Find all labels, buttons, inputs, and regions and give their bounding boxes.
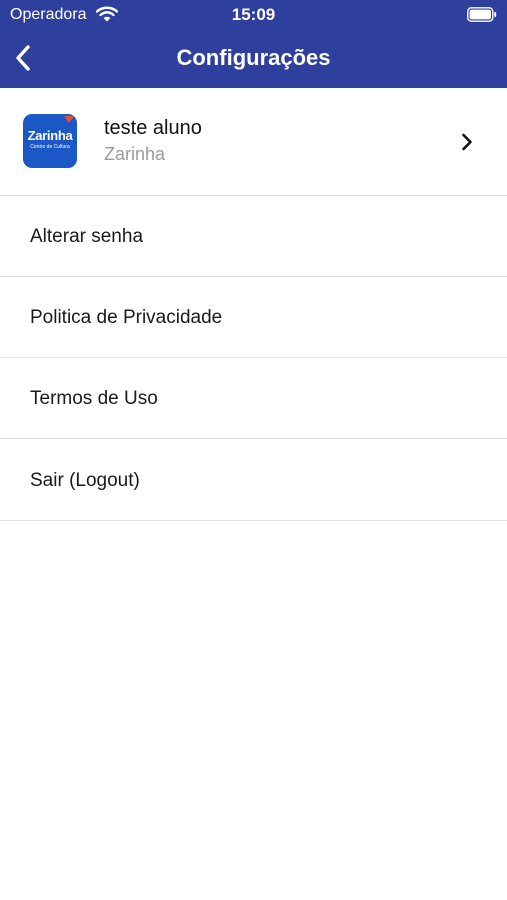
app-header: Operadora 15:09 Configurações: [0, 0, 507, 88]
chevron-right-icon: [462, 133, 472, 151]
battery-icon: [467, 7, 497, 22]
menu-item-terms-of-use[interactable]: Termos de Uso: [0, 358, 507, 439]
profile-row[interactable]: Zarinha Centro de Cultura teste aluno Za…: [0, 88, 507, 196]
menu-item-logout[interactable]: Sair (Logout): [0, 440, 507, 521]
menu-item-label: Sair (Logout): [30, 470, 140, 491]
profile-school: Zarinha: [104, 144, 166, 164]
school-logo: Zarinha Centro de Cultura: [23, 114, 77, 168]
status-bar: Operadora 15:09: [0, 0, 507, 30]
page-title: Configurações: [176, 45, 331, 70]
logo-accent-mark: [64, 116, 74, 123]
menu-item-privacy-policy[interactable]: Politica de Privacidade: [0, 277, 507, 358]
profile-name: teste aluno: [104, 117, 202, 139]
navigation-bar: Configurações: [0, 30, 507, 88]
menu-item-label: Alterar senha: [30, 226, 144, 247]
logo-subtitle: Centro de Cultura: [30, 144, 70, 150]
menu-item-label: Termos de Uso: [30, 388, 158, 409]
menu-item-label: Politica de Privacidade: [30, 307, 223, 328]
status-time: 15:09: [231, 5, 276, 24]
logo-title: Zarinha: [27, 128, 73, 143]
menu-item-change-password[interactable]: Alterar senha: [0, 196, 507, 277]
